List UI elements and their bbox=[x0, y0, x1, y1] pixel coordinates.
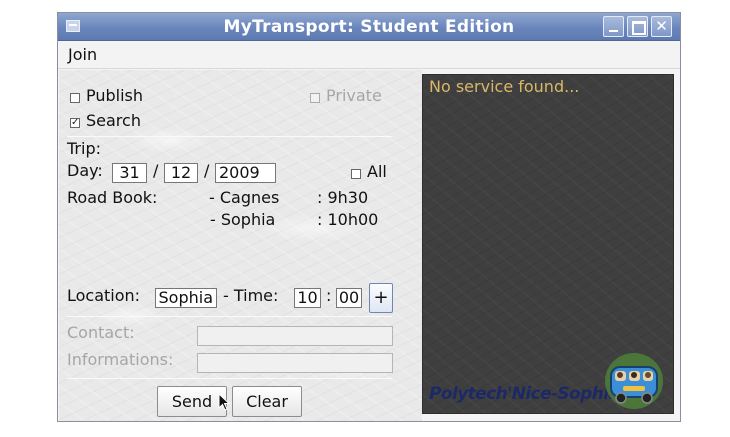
day-field[interactable]: 31 bbox=[112, 163, 147, 183]
separator bbox=[67, 378, 392, 379]
brand-text: Polytech'Nice-Sophia bbox=[429, 384, 620, 404]
month-field[interactable]: 12 bbox=[164, 163, 198, 183]
form-panel: Publish Private ✓ Search Trip: Day: 31 /… bbox=[59, 70, 422, 421]
window-title: MyTransport: Student Edition bbox=[223, 17, 515, 37]
time-label: - Time: bbox=[223, 286, 279, 305]
contact-field bbox=[197, 326, 393, 346]
minimize-button[interactable] bbox=[603, 16, 624, 37]
roadbook-time: : 10h00 bbox=[317, 210, 379, 229]
clear-button[interactable]: Clear bbox=[232, 386, 302, 417]
close-icon: ✕ bbox=[655, 17, 668, 35]
send-button[interactable]: Send bbox=[157, 386, 227, 417]
time-separator: : bbox=[326, 286, 332, 305]
all-label[interactable]: All bbox=[367, 162, 387, 181]
no-service-message: No service found... bbox=[429, 77, 580, 96]
minute-field[interactable]: 00 bbox=[336, 288, 362, 308]
contact-label: Contact: bbox=[67, 323, 135, 342]
app-window: MyTransport: Student Edition ✕ Join Publ… bbox=[57, 12, 681, 422]
date-separator: / bbox=[204, 161, 210, 180]
roadbook-place: - Sophia bbox=[210, 210, 276, 229]
informations-field bbox=[197, 353, 393, 373]
menu-bar: Join bbox=[58, 42, 680, 69]
year-field[interactable]: 2009 bbox=[215, 163, 276, 183]
menu-join[interactable]: Join bbox=[68, 45, 97, 64]
close-button[interactable]: ✕ bbox=[651, 16, 672, 37]
separator bbox=[67, 316, 392, 317]
separator bbox=[67, 136, 392, 137]
informations-label: Informations: bbox=[67, 350, 174, 369]
trip-heading: Trip: bbox=[67, 139, 101, 158]
private-checkbox bbox=[310, 93, 320, 103]
hour-field[interactable]: 10 bbox=[294, 288, 321, 308]
bus-logo-icon bbox=[605, 353, 663, 409]
roadbook-place: - Cagnes bbox=[209, 188, 280, 207]
search-checkbox[interactable]: ✓ bbox=[70, 118, 80, 128]
mouse-cursor-icon bbox=[218, 393, 230, 411]
publish-checkbox[interactable] bbox=[70, 93, 80, 103]
roadbook-time: : 9h30 bbox=[317, 188, 369, 207]
title-bar[interactable]: MyTransport: Student Edition ✕ bbox=[58, 13, 680, 41]
location-field[interactable]: Sophia bbox=[155, 288, 217, 308]
date-separator: / bbox=[153, 161, 159, 180]
private-label: Private bbox=[326, 86, 382, 105]
add-stop-button[interactable]: + bbox=[369, 283, 393, 313]
results-panel: No service found... Polytech'Nice-Sophia bbox=[422, 74, 674, 414]
maximize-button[interactable] bbox=[627, 16, 648, 37]
publish-label[interactable]: Publish bbox=[86, 86, 143, 105]
day-label: Day: bbox=[67, 161, 103, 180]
roadbook-label: Road Book: bbox=[67, 188, 158, 207]
location-label: Location: bbox=[67, 286, 141, 305]
all-checkbox[interactable] bbox=[351, 169, 361, 179]
search-label[interactable]: Search bbox=[86, 111, 141, 130]
